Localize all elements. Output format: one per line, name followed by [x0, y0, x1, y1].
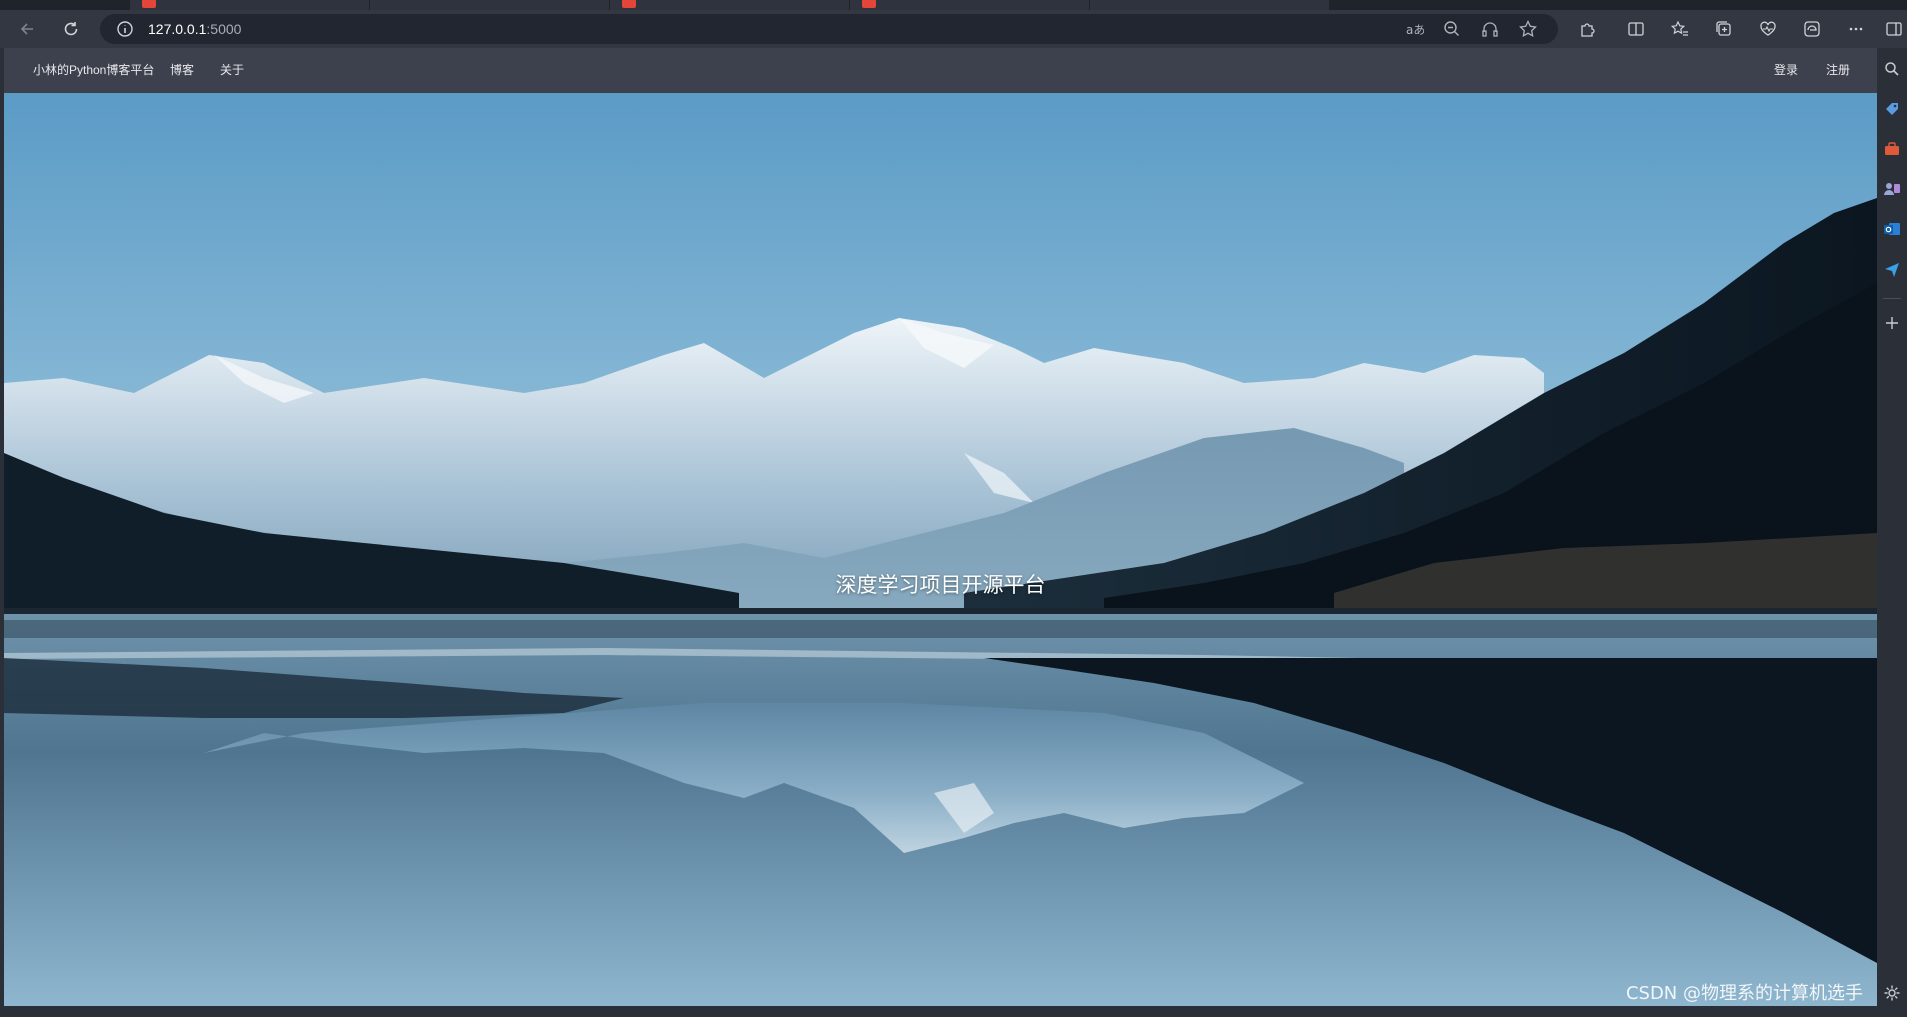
zoom-out-icon[interactable] [1442, 19, 1462, 39]
puzzle-icon [1581, 23, 1595, 37]
register-link[interactable]: 注册 [1826, 63, 1850, 78]
favorite-star-icon[interactable] [1518, 19, 1538, 39]
read-aloud-icon[interactable] [1480, 19, 1500, 39]
collections-button[interactable] [1709, 14, 1739, 44]
nav-about-link[interactable]: 关于 [220, 63, 244, 78]
search-icon[interactable] [1883, 60, 1901, 78]
svg-text:aあ: aあ [1406, 23, 1424, 37]
back-button[interactable] [12, 14, 42, 44]
favorites-list-icon [1671, 20, 1688, 36]
send-icon[interactable] [1883, 260, 1901, 278]
refresh-button[interactable] [56, 14, 86, 44]
address-bar[interactable]: 127.0.0.1:5000 aあ [100, 14, 1558, 44]
sidebar-panel-icon [1885, 22, 1902, 36]
sidebar-divider [1883, 298, 1901, 299]
split-screen-icon [1628, 22, 1644, 36]
sidebar-toggle-button[interactable] [1880, 14, 1907, 44]
more-options-button[interactable] [1841, 14, 1871, 44]
hero-title: 深度学习项目开源平台 [835, 573, 1046, 597]
nav-blog-link[interactable]: 博客 [170, 63, 194, 78]
edge-copilot-button[interactable] [1797, 14, 1827, 44]
refresh-icon [64, 22, 78, 36]
url-host: 127.0.0.1 [148, 21, 207, 37]
url-port: :5000 [206, 21, 242, 37]
login-link[interactable]: 登录 [1774, 63, 1798, 78]
web-page: 小林的Python博客平台 博客 关于 登录 注册 深度学习项目开源平台 CSD… [4, 48, 1877, 1006]
split-screen-button[interactable] [1621, 14, 1651, 44]
site-navbar: 小林的Python博客平台 博客 关于 登录 注册 [4, 48, 1877, 93]
tab-favicon-icon [622, 0, 636, 8]
browser-tab[interactable] [610, 0, 850, 10]
collections-icon [1716, 21, 1731, 36]
settings-gear-icon[interactable] [1883, 984, 1901, 1002]
address-url[interactable]: 127.0.0.1:5000 [148, 20, 241, 38]
heart-pulse-icon [1760, 21, 1776, 36]
site-info-icon[interactable] [116, 20, 134, 38]
browser-edge-sidebar [1877, 48, 1907, 1017]
shopping-tag-icon[interactable] [1883, 100, 1901, 118]
ellipsis-icon [1849, 27, 1863, 31]
back-arrow-icon [20, 23, 33, 35]
hero-banner: 深度学习项目开源平台 CSDN @物理系的计算机选手 [4, 93, 1877, 1006]
window-bottom-edge [0, 1006, 1877, 1017]
browser-toolbar: 127.0.0.1:5000 aあ [0, 10, 1907, 48]
browser-tab[interactable] [850, 0, 1090, 10]
extensions-button[interactable] [1573, 14, 1603, 44]
browser-tab[interactable] [370, 0, 610, 10]
people-games-icon[interactable] [1883, 180, 1901, 198]
tab-strip [0, 0, 1907, 10]
tab-favicon-icon [862, 0, 876, 8]
browser-essentials-button[interactable] [1753, 14, 1783, 44]
read-aloud-translate-icon[interactable]: aあ [1404, 19, 1424, 39]
brand-link[interactable]: 小林的Python博客平台 [33, 63, 154, 78]
favorites-button[interactable] [1665, 14, 1695, 44]
browser-tab[interactable] [130, 0, 370, 10]
tab-favicon-icon [142, 0, 156, 8]
browser-tab[interactable] [1090, 0, 1330, 10]
csdn-watermark: CSDN @物理系的计算机选手 [1625, 983, 1863, 1004]
edge-logo-icon [1804, 21, 1820, 37]
outlook-icon[interactable] [1883, 220, 1901, 238]
mountain-lake-background-image [4, 93, 1877, 1006]
add-icon[interactable] [1883, 314, 1901, 332]
tools-icon[interactable] [1883, 140, 1901, 158]
